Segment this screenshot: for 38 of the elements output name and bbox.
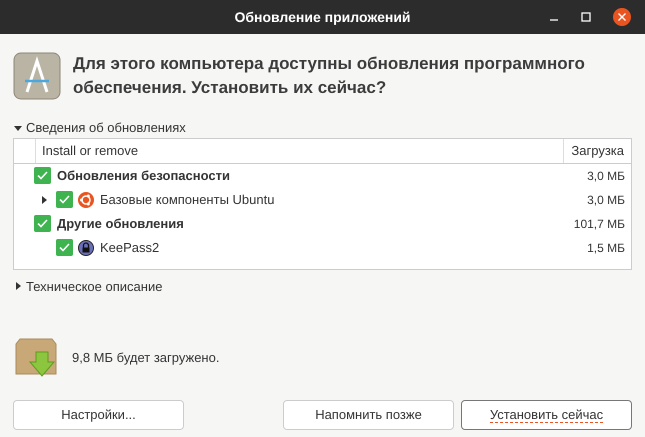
checkbox[interactable] — [34, 215, 51, 232]
download-size-text: 9,8 МБ будет загружено. — [72, 349, 220, 368]
app-store-icon — [13, 52, 61, 100]
expander-arrow-icon[interactable] — [40, 196, 48, 204]
package-label: Базовые компоненты Ubuntu — [100, 190, 276, 209]
update-group-row[interactable]: Другие обновления 101,7 МБ — [14, 212, 631, 236]
package-label: KeePass2 — [100, 238, 160, 257]
expander-label[interactable]: Техническое описание — [26, 276, 162, 296]
checkmark-icon — [59, 243, 70, 252]
heading: Для этого компьютера доступны обновления программного обеспечения. Установить их сейчас? — [73, 53, 586, 99]
group-label: Обновления безопасности — [57, 166, 231, 185]
size-label: 3,0 МБ — [587, 168, 625, 184]
column-header[interactable]: Загрузка — [564, 138, 631, 162]
checkbox[interactable] — [34, 167, 51, 184]
column-header[interactable]: Install or remove — [36, 138, 564, 162]
padlock-icon — [78, 240, 94, 256]
checkbox[interactable] — [56, 191, 73, 208]
dialog-button[interactable]: Настройки... — [13, 400, 184, 430]
checkbox[interactable] — [56, 239, 73, 256]
checkmark-icon — [37, 219, 48, 228]
package-row[interactable]: KeePass2 1,5 МБ — [14, 236, 631, 260]
checkmark-icon — [37, 171, 48, 180]
ubuntu-logo-icon — [78, 192, 94, 208]
dialog-button[interactable]: Напомнить позже — [283, 400, 454, 430]
expander-label[interactable]: Сведения об обновлениях — [26, 118, 186, 138]
close-icon[interactable] — [613, 8, 631, 26]
size-label: 101,7 МБ — [574, 216, 625, 232]
window-title: Обновление приложений — [234, 8, 411, 27]
dialog-button[interactable]: Установить сейчас — [461, 400, 632, 430]
expander-arrow-icon[interactable] — [14, 124, 22, 132]
group-label: Другие обновления — [57, 214, 185, 233]
update-group-row[interactable]: Обновления безопасности 3,0 МБ — [14, 164, 631, 188]
size-label: 3,0 МБ — [587, 192, 625, 208]
checkmark-icon — [59, 195, 70, 204]
package-row[interactable]: Базовые компоненты Ubuntu 3,0 МБ — [14, 188, 631, 212]
size-label: 1,5 МБ — [587, 240, 625, 256]
maximize-icon[interactable] — [581, 12, 591, 22]
expander-arrow-icon[interactable] — [14, 282, 22, 290]
